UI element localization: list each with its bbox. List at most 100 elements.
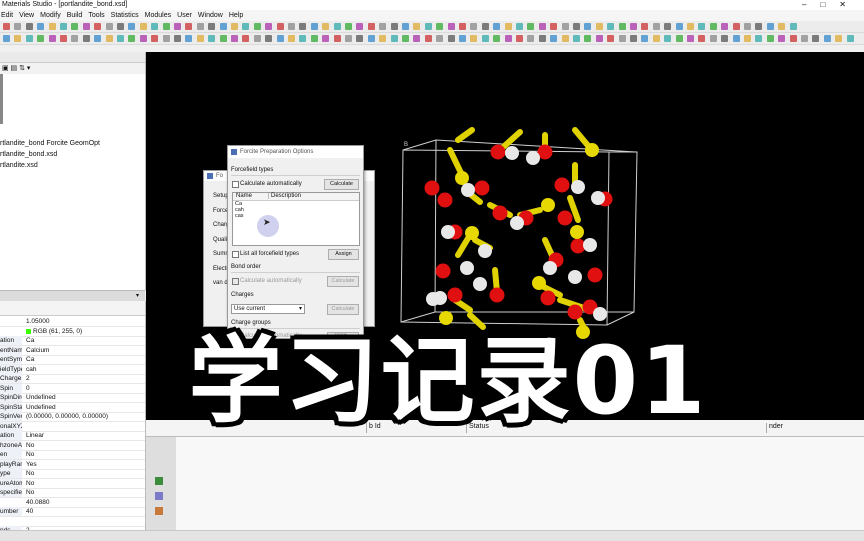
menu-item[interactable]: Edit (1, 12, 13, 19)
toolbar-button[interactable] (174, 35, 181, 42)
toolbar-button[interactable] (641, 35, 649, 42)
toolbar-button[interactable] (470, 23, 478, 30)
toolbar-button[interactable] (356, 23, 364, 30)
toolbar-button[interactable] (14, 35, 22, 42)
toolbar-button[interactable] (709, 23, 717, 30)
panel-icon[interactable] (155, 477, 163, 485)
menu-item[interactable]: Tools (88, 12, 104, 19)
toolbar-button[interactable] (447, 23, 455, 30)
toolbar-button[interactable] (766, 23, 774, 30)
toolbar-button[interactable] (37, 35, 45, 42)
menu-item[interactable]: Modules (145, 12, 171, 19)
toolbar-button[interactable] (196, 23, 204, 30)
forcefield-type-item[interactable]: cas (235, 213, 244, 219)
col-description[interactable]: Description (268, 193, 301, 199)
toolbar-button[interactable] (413, 35, 421, 42)
toolbar-button[interactable] (242, 35, 250, 42)
toolbar-button[interactable] (424, 23, 432, 30)
toolbar-button[interactable] (573, 35, 580, 42)
menu-item[interactable]: Build (67, 12, 83, 19)
toolbar-button[interactable] (721, 23, 729, 30)
bond-calculate-button[interactable]: Calculate (327, 276, 359, 287)
toolbar-button[interactable] (698, 23, 706, 30)
toolbar-button[interactable] (493, 35, 501, 42)
toolbar-button[interactable] (504, 35, 512, 42)
toolbar-button[interactable] (276, 35, 284, 42)
toolbar-button[interactable] (151, 23, 159, 30)
tree-item[interactable]: rtlandite_bond Forcite GeomOpt (0, 138, 100, 149)
bond-auto-checkbox[interactable] (232, 278, 239, 285)
panel-icon[interactable] (155, 507, 163, 515)
toolbar-button[interactable] (253, 35, 261, 42)
toolbar-button[interactable] (516, 35, 523, 42)
toolbar-button[interactable] (151, 35, 159, 42)
property-row[interactable]: en No (0, 450, 145, 460)
toolbar-button[interactable] (527, 35, 535, 42)
toolbar-button[interactable] (664, 35, 672, 42)
toolbar-button[interactable] (675, 35, 683, 42)
property-row[interactable]: 40.0880 (0, 498, 145, 508)
tree-item[interactable]: rtlandite_bond.xsd (0, 149, 100, 160)
charges-calculate-button[interactable]: Calculate (327, 304, 359, 315)
toolbar-button[interactable] (94, 23, 102, 30)
window-controls[interactable]: –□✕ (802, 0, 860, 9)
toolbar-button[interactable] (595, 35, 603, 42)
toolbar-button[interactable] (459, 23, 466, 30)
toolbar-button[interactable] (652, 35, 660, 42)
toolbar-button[interactable] (117, 23, 124, 30)
toolbar-button[interactable] (25, 23, 33, 30)
toolbar-button[interactable] (618, 35, 626, 42)
toolbar-button[interactable] (265, 23, 273, 30)
toolbar-button[interactable] (390, 23, 398, 30)
toolbar-button[interactable] (105, 23, 113, 30)
tree-item[interactable]: rtlandite.xsd (0, 160, 100, 171)
toolbar-button[interactable] (60, 35, 67, 42)
toolbar-button[interactable] (618, 23, 626, 30)
toolbar-button[interactable] (356, 35, 364, 42)
property-row[interactable]: specified No (0, 488, 145, 498)
toolbar-button[interactable] (493, 23, 501, 30)
toolbar-button[interactable] (185, 23, 193, 30)
property-row[interactable]: 1.05000 (0, 317, 145, 327)
property-row[interactable]: hzoneAtom No (0, 440, 145, 451)
toolbar-button[interactable] (755, 35, 763, 42)
toolbar-button[interactable] (698, 35, 706, 42)
toolbar-button[interactable] (801, 35, 808, 42)
calculate-button[interactable]: Calculate (324, 179, 359, 190)
toolbar-button[interactable] (607, 23, 615, 30)
toolbar-button[interactable] (322, 35, 330, 42)
toolbar-button[interactable] (379, 35, 387, 42)
toolbar-button[interactable] (128, 23, 136, 30)
toolbar-button[interactable] (687, 35, 694, 42)
toolbar-button[interactable] (641, 23, 649, 30)
toolbar-button[interactable] (253, 23, 261, 30)
toolbar-button[interactable] (117, 35, 124, 42)
toolbar-button[interactable] (424, 35, 432, 42)
toolbar-button[interactable] (823, 35, 831, 42)
forcefield-types-list[interactable]: Name Description Ca cah cas ➤ (232, 192, 360, 246)
toolbar-button[interactable] (744, 35, 751, 42)
menu-item[interactable]: Statistics (111, 12, 139, 19)
toolbar-button[interactable] (379, 23, 387, 30)
toolbar-button[interactable] (242, 23, 250, 30)
toolbar-button[interactable] (778, 23, 786, 30)
calc-auto-checkbox[interactable] (232, 181, 239, 188)
toolbar-button[interactable] (25, 35, 33, 42)
toolbar-button[interactable] (185, 35, 193, 42)
toolbar-button[interactable] (470, 35, 478, 42)
toolbar-button[interactable] (288, 23, 295, 30)
toolbar-button[interactable] (812, 35, 820, 42)
toolbar-button[interactable] (71, 23, 79, 30)
toolbar-button[interactable] (310, 35, 318, 42)
toolbar-button[interactable] (436, 23, 444, 30)
menu-item[interactable]: Help (229, 12, 243, 19)
explorer-tool-icons[interactable]: ▣ ▤ ⇅ ▾ (2, 64, 30, 72)
property-row[interactable] (0, 517, 145, 527)
toolbar-button[interactable] (128, 35, 136, 42)
toolbar-button[interactable] (413, 23, 421, 30)
toolbar-button[interactable] (732, 35, 740, 42)
toolbar-button[interactable] (402, 35, 409, 42)
toolbar-button[interactable] (527, 23, 535, 30)
toolbar-button[interactable] (139, 23, 147, 30)
panel-icon[interactable] (155, 492, 163, 500)
